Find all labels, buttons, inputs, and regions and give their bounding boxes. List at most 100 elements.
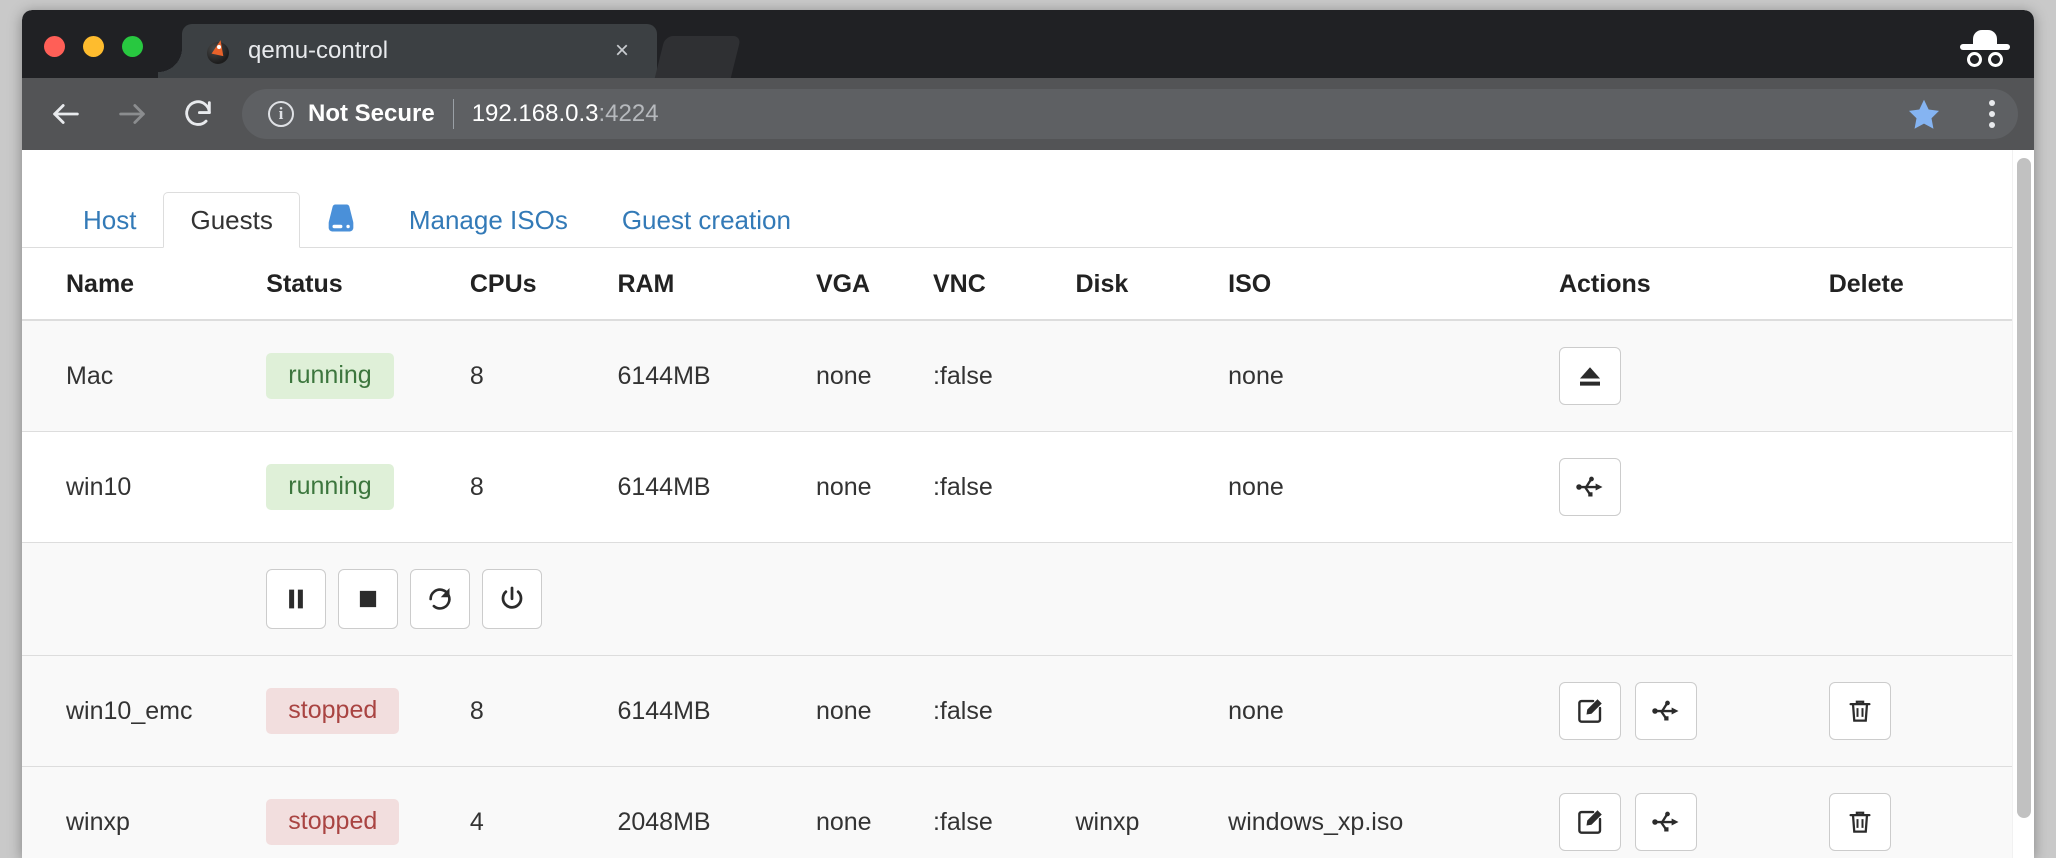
cell-ram: 6144MB	[617, 656, 815, 767]
cell-cpus: 8	[470, 432, 618, 543]
header-vnc: VNC	[933, 248, 1076, 320]
url-host-text: 192.168.0.3	[472, 100, 599, 128]
action-button-group	[1559, 347, 1821, 405]
cell-disk	[1075, 320, 1228, 432]
star-icon[interactable]	[1906, 96, 1942, 132]
action-button-group	[1559, 793, 1821, 851]
browser-tab-strip: qemu-control ×	[22, 10, 2034, 78]
cell-delete	[1829, 432, 2012, 543]
info-icon: i	[268, 101, 294, 127]
header-ram: RAM	[617, 248, 815, 320]
page-content: Host Guests Manage ISOs Guest creation	[22, 150, 2012, 858]
back-arrow-icon[interactable]	[44, 92, 88, 136]
status-badge: stopped	[266, 688, 399, 734]
table-header-row: Name Status CPUs RAM VGA VNC Disk ISO Ac…	[22, 248, 2012, 320]
edit-button[interactable]	[1559, 793, 1621, 851]
omnibox-divider	[453, 99, 454, 129]
cell-vnc: :false	[933, 767, 1076, 858]
usb-button[interactable]	[1635, 793, 1697, 851]
cell-vga: none	[816, 656, 933, 767]
cell-disk	[1075, 656, 1228, 767]
browser-tab-qemu-control[interactable]: qemu-control ×	[182, 24, 657, 78]
cell-ram: 6144MB	[617, 432, 815, 543]
table-row: Macrunning86144MBnone:falsenone	[22, 320, 2012, 432]
cell-disk	[1075, 432, 1228, 543]
usb-button[interactable]	[1635, 682, 1697, 740]
header-iso: ISO	[1228, 248, 1559, 320]
cell-cpus: 8	[470, 320, 618, 432]
cell-vga: none	[816, 767, 933, 858]
cell-status: running	[266, 432, 470, 543]
guests-table-body: Macrunning86144MBnone:falsenonewin10runn…	[22, 320, 2012, 858]
cell-control-buttons	[266, 543, 2012, 656]
cell-ram: 6144MB	[617, 320, 815, 432]
usb-icon	[1651, 696, 1681, 726]
cell-control-spacer	[22, 543, 266, 656]
forward-arrow-icon	[110, 92, 154, 136]
browser-toolbar: i Not Secure 192.168.0.3 :4224	[22, 78, 2034, 150]
tab-hdd[interactable]	[300, 190, 382, 248]
edit-button[interactable]	[1559, 682, 1621, 740]
cell-cpus: 4	[470, 767, 618, 858]
cell-actions	[1559, 656, 1829, 767]
header-actions: Actions	[1559, 248, 1829, 320]
eject-button[interactable]	[1559, 347, 1621, 405]
usb-icon	[1651, 807, 1681, 837]
cell-vnc: :false	[933, 432, 1076, 543]
cell-disk: winxp	[1075, 767, 1228, 858]
page-scrollbar-thumb[interactable]	[2017, 158, 2031, 818]
header-cpus: CPUs	[470, 248, 618, 320]
cell-name: winxp	[22, 767, 266, 858]
cell-status: running	[266, 320, 470, 432]
power-button[interactable]	[482, 569, 542, 629]
close-window-button[interactable]	[44, 36, 65, 57]
cell-name: win10_emc	[22, 656, 266, 767]
address-bar[interactable]: i Not Secure 192.168.0.3 :4224	[242, 89, 2018, 139]
restart-button[interactable]	[410, 569, 470, 629]
cell-status: stopped	[266, 767, 470, 858]
cell-delete	[1829, 767, 2012, 858]
cell-iso: none	[1228, 656, 1559, 767]
status-badge: running	[266, 464, 393, 510]
tab-host[interactable]: Host	[56, 192, 163, 248]
incognito-icon	[1960, 28, 2010, 68]
action-button-group	[1559, 682, 1821, 740]
tab-guests[interactable]: Guests	[163, 192, 299, 248]
minimize-window-button[interactable]	[83, 36, 104, 57]
header-vga: VGA	[816, 248, 933, 320]
cell-vga: none	[816, 432, 933, 543]
page-viewport: Host Guests Manage ISOs Guest creation	[22, 150, 2034, 858]
reload-icon[interactable]	[176, 92, 220, 136]
hdd-icon	[323, 201, 359, 235]
three-dot-menu-icon[interactable]	[1974, 94, 2010, 134]
app-nav-tabs: Host Guests Manage ISOs Guest creation	[22, 186, 2012, 248]
trash-icon	[1845, 696, 1875, 726]
browser-tab-inactive[interactable]	[655, 36, 741, 78]
cell-actions	[1559, 320, 1829, 432]
cell-iso: windows_xp.iso	[1228, 767, 1559, 858]
browser-window: qemu-control × i	[22, 10, 2034, 858]
trash-button[interactable]	[1829, 793, 1891, 851]
cell-vga: none	[816, 320, 933, 432]
cell-delete	[1829, 320, 2012, 432]
header-status: Status	[266, 248, 470, 320]
stop-button[interactable]	[338, 569, 398, 629]
page-scrollbar[interactable]	[2012, 150, 2034, 858]
cell-actions	[1559, 767, 1829, 858]
cell-status: stopped	[266, 656, 470, 767]
cell-name: Mac	[22, 320, 266, 432]
tab-guest-creation[interactable]: Guest creation	[595, 192, 818, 248]
tab-close-icon[interactable]: ×	[609, 38, 635, 64]
pause-button[interactable]	[266, 569, 326, 629]
cell-name: win10	[22, 432, 266, 543]
restart-icon	[425, 584, 455, 614]
trash-button[interactable]	[1829, 682, 1891, 740]
cell-actions	[1559, 432, 1829, 543]
cell-iso: none	[1228, 432, 1559, 543]
maximize-window-button[interactable]	[122, 36, 143, 57]
status-badge: stopped	[266, 799, 399, 845]
eject-icon	[1575, 361, 1605, 391]
stop-icon	[353, 584, 383, 614]
usb-button[interactable]	[1559, 458, 1621, 516]
tab-manage-isos[interactable]: Manage ISOs	[382, 192, 595, 248]
